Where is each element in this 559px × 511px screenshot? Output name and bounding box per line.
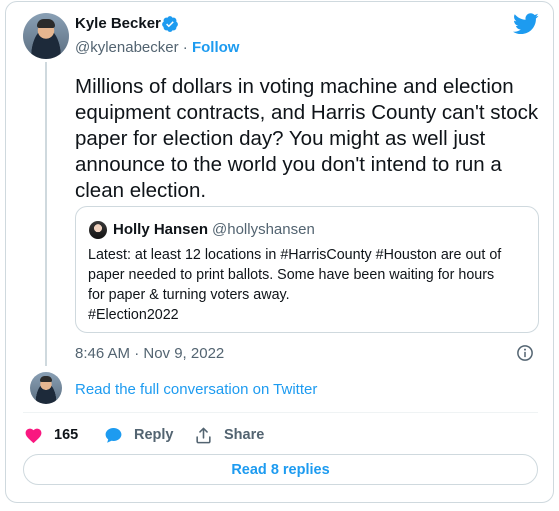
like-count: 165 bbox=[54, 427, 79, 443]
follow-button[interactable]: Follow bbox=[192, 39, 240, 56]
tweet-text: Millions of dollars in voting machine an… bbox=[75, 75, 539, 202]
author-handle-row: @kylenabecker · Follow bbox=[75, 39, 239, 56]
speech-bubble-icon bbox=[105, 427, 122, 443]
heart-icon bbox=[25, 428, 42, 443]
tweet-timestamp[interactable]: 8:46 AM · Nov 9, 2022 bbox=[75, 345, 224, 362]
like-button[interactable]: 165 bbox=[24, 425, 78, 445]
reply-label: Reply bbox=[134, 427, 174, 443]
quoted-text-line: #Election2022 bbox=[88, 307, 179, 323]
quoted-author-handle: @hollyshansen bbox=[212, 221, 315, 238]
quoted-tweet-text: Latest: at least 12 locations in #Harris… bbox=[88, 245, 528, 325]
thread-connector-line bbox=[45, 62, 47, 366]
quoted-author-avatar bbox=[89, 221, 107, 239]
separator-dot: · bbox=[182, 39, 188, 56]
quoted-tweet[interactable]: Holly Hansen @hollyshansen Latest: at le… bbox=[75, 206, 539, 333]
verified-badge-icon bbox=[162, 16, 178, 32]
quoted-author-name: Holly Hansen bbox=[113, 221, 209, 238]
read-conversation-link[interactable]: Read the full conversation on Twitter bbox=[75, 381, 317, 398]
author-avatar-small[interactable] bbox=[30, 372, 62, 404]
read-replies-label: Read 8 replies bbox=[231, 461, 330, 478]
quoted-text-line: for paper & turning voters away. bbox=[88, 287, 290, 303]
author-name[interactable]: Kyle Becker bbox=[75, 15, 161, 32]
quoted-text-line: paper needed to print ballots. Some have… bbox=[88, 267, 495, 283]
divider bbox=[23, 412, 538, 413]
info-icon[interactable] bbox=[516, 344, 534, 362]
share-button[interactable]: Share bbox=[194, 425, 264, 445]
author-handle[interactable]: @kylenabecker bbox=[75, 39, 179, 56]
share-label: Share bbox=[224, 427, 265, 443]
twitter-bird-icon[interactable] bbox=[513, 13, 539, 35]
reply-button[interactable]: Reply bbox=[104, 425, 174, 445]
author-avatar[interactable] bbox=[23, 13, 69, 59]
read-replies-button[interactable]: Read 8 replies bbox=[23, 454, 538, 485]
share-arrow-icon bbox=[196, 427, 211, 443]
quoted-text-line: Latest: at least 12 locations in #Harris… bbox=[88, 247, 502, 263]
